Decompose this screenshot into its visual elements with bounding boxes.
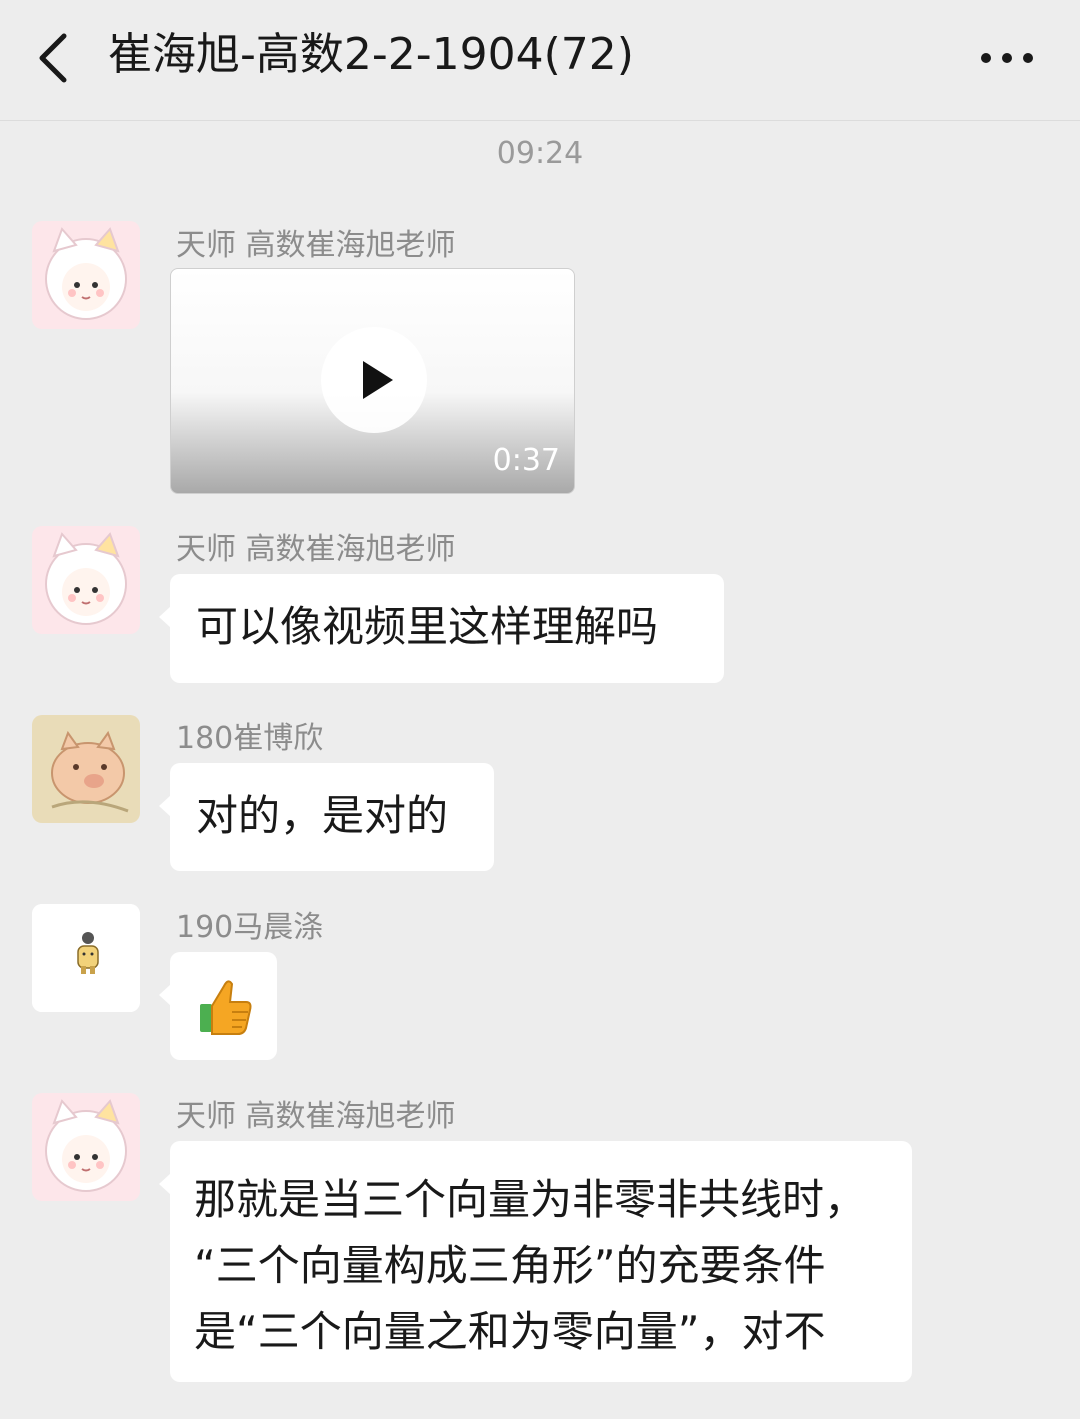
message-bubble[interactable]: 那就是当三个向量为非零非共线时， “三个向量构成三角形”的充要条件 是“三个向量… <box>159 1141 912 1382</box>
back-button[interactable] <box>30 28 80 88</box>
message-text-line: 那就是当三个向量为非零非共线时， <box>194 1175 867 1224</box>
chat-header: 崔海旭-高数2-2-1904(72) <box>0 0 1080 121</box>
message-text: 可以像视频里这样理解吗 <box>196 602 659 651</box>
avatar[interactable] <box>32 526 140 634</box>
message-bubble[interactable]: 对的，是对的 <box>159 763 494 871</box>
message-text-line: 是“三个向量之和为零向量”，对不 <box>194 1307 826 1356</box>
more-button[interactable] <box>980 40 1034 76</box>
cat-hood-avatar-icon <box>32 1093 140 1201</box>
small-figure-avatar-icon <box>32 904 140 1012</box>
avatar[interactable] <box>32 221 140 329</box>
video-duration: 0:37 <box>492 443 560 478</box>
avatar[interactable] <box>32 904 140 1012</box>
chevron-left-icon <box>39 33 67 83</box>
message-bubble[interactable]: 可以像视频里这样理解吗 <box>159 574 724 683</box>
play-icon <box>363 361 393 399</box>
message-bubble[interactable] <box>159 952 277 1060</box>
sender-name: 180崔博欣 <box>176 721 324 756</box>
avatar[interactable] <box>32 1093 140 1201</box>
thumbs-up-icon <box>200 980 252 1035</box>
avatar[interactable] <box>32 715 140 823</box>
chat-title: 崔海旭-高数2-2-1904(72) <box>108 29 634 80</box>
message-text-line: “三个向量构成三角形”的充要条件 <box>194 1241 826 1290</box>
sender-name: 天师 高数崔海旭老师 <box>176 1099 456 1134</box>
video-message[interactable]: 0:37 <box>170 268 575 494</box>
more-dots-icon <box>981 53 1033 63</box>
message-timestamp: 09:24 <box>496 136 584 171</box>
play-button[interactable] <box>321 327 427 433</box>
cat-hood-avatar-icon <box>32 221 140 329</box>
sender-name: 天师 高数崔海旭老师 <box>176 228 456 263</box>
message-text: 对的，是对的 <box>196 791 449 840</box>
sender-name: 天师 高数崔海旭老师 <box>176 532 456 567</box>
cat-hood-avatar-icon <box>32 526 140 634</box>
pig-illustration-avatar-icon <box>32 715 140 823</box>
sender-name: 190马晨涤 <box>176 910 324 945</box>
